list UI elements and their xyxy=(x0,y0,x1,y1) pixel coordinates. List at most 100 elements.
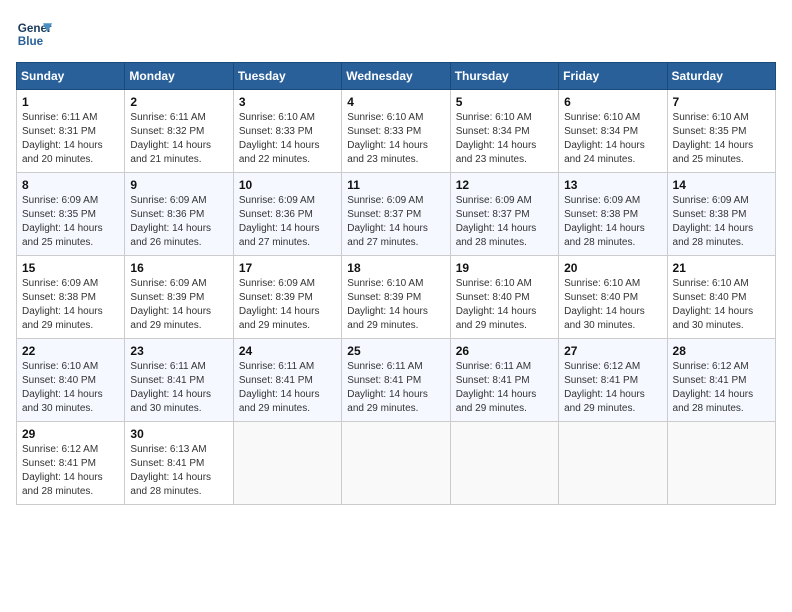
weekday-header-thursday: Thursday xyxy=(450,63,558,90)
page-header: General Blue xyxy=(16,16,776,52)
calendar-cell: 11 Sunrise: 6:09 AM Sunset: 8:37 PM Dayl… xyxy=(342,173,450,256)
day-number: 22 xyxy=(22,344,119,358)
calendar-cell: 30 Sunrise: 6:13 AM Sunset: 8:41 PM Dayl… xyxy=(125,422,233,505)
day-number: 18 xyxy=(347,261,444,275)
day-number: 24 xyxy=(239,344,336,358)
calendar-cell: 7 Sunrise: 6:10 AM Sunset: 8:35 PM Dayli… xyxy=(667,90,775,173)
weekday-header-monday: Monday xyxy=(125,63,233,90)
day-number: 12 xyxy=(456,178,553,192)
calendar-cell: 17 Sunrise: 6:09 AM Sunset: 8:39 PM Dayl… xyxy=(233,256,341,339)
weekday-header-row: SundayMondayTuesdayWednesdayThursdayFrid… xyxy=(17,63,776,90)
day-number: 3 xyxy=(239,95,336,109)
calendar-cell: 25 Sunrise: 6:11 AM Sunset: 8:41 PM Dayl… xyxy=(342,339,450,422)
day-number: 5 xyxy=(456,95,553,109)
day-info: Sunrise: 6:11 AM Sunset: 8:41 PM Dayligh… xyxy=(347,360,444,416)
calendar-cell: 20 Sunrise: 6:10 AM Sunset: 8:40 PM Dayl… xyxy=(559,256,667,339)
weekday-header-friday: Friday xyxy=(559,63,667,90)
day-info: Sunrise: 6:09 AM Sunset: 8:39 PM Dayligh… xyxy=(130,277,227,333)
weekday-header-tuesday: Tuesday xyxy=(233,63,341,90)
day-number: 6 xyxy=(564,95,661,109)
day-number: 16 xyxy=(130,261,227,275)
day-number: 19 xyxy=(456,261,553,275)
calendar-cell: 19 Sunrise: 6:10 AM Sunset: 8:40 PM Dayl… xyxy=(450,256,558,339)
weekday-header-saturday: Saturday xyxy=(667,63,775,90)
calendar-week-row: 22 Sunrise: 6:10 AM Sunset: 8:40 PM Dayl… xyxy=(17,339,776,422)
day-number: 14 xyxy=(673,178,770,192)
calendar-cell xyxy=(667,422,775,505)
day-number: 2 xyxy=(130,95,227,109)
day-info: Sunrise: 6:11 AM Sunset: 8:41 PM Dayligh… xyxy=(130,360,227,416)
day-number: 7 xyxy=(673,95,770,109)
calendar-cell: 2 Sunrise: 6:11 AM Sunset: 8:32 PM Dayli… xyxy=(125,90,233,173)
day-info: Sunrise: 6:11 AM Sunset: 8:32 PM Dayligh… xyxy=(130,111,227,167)
day-info: Sunrise: 6:10 AM Sunset: 8:34 PM Dayligh… xyxy=(456,111,553,167)
day-info: Sunrise: 6:09 AM Sunset: 8:37 PM Dayligh… xyxy=(347,194,444,250)
calendar-cell: 4 Sunrise: 6:10 AM Sunset: 8:33 PM Dayli… xyxy=(342,90,450,173)
day-info: Sunrise: 6:10 AM Sunset: 8:40 PM Dayligh… xyxy=(22,360,119,416)
day-info: Sunrise: 6:09 AM Sunset: 8:35 PM Dayligh… xyxy=(22,194,119,250)
calendar-cell: 1 Sunrise: 6:11 AM Sunset: 8:31 PM Dayli… xyxy=(17,90,125,173)
day-number: 10 xyxy=(239,178,336,192)
calendar-cell: 27 Sunrise: 6:12 AM Sunset: 8:41 PM Dayl… xyxy=(559,339,667,422)
calendar-week-row: 29 Sunrise: 6:12 AM Sunset: 8:41 PM Dayl… xyxy=(17,422,776,505)
day-number: 23 xyxy=(130,344,227,358)
calendar-cell: 5 Sunrise: 6:10 AM Sunset: 8:34 PM Dayli… xyxy=(450,90,558,173)
day-info: Sunrise: 6:09 AM Sunset: 8:36 PM Dayligh… xyxy=(130,194,227,250)
calendar-cell xyxy=(342,422,450,505)
day-info: Sunrise: 6:12 AM Sunset: 8:41 PM Dayligh… xyxy=(22,443,119,499)
day-number: 26 xyxy=(456,344,553,358)
day-info: Sunrise: 6:10 AM Sunset: 8:40 PM Dayligh… xyxy=(456,277,553,333)
calendar-cell: 14 Sunrise: 6:09 AM Sunset: 8:38 PM Dayl… xyxy=(667,173,775,256)
day-info: Sunrise: 6:12 AM Sunset: 8:41 PM Dayligh… xyxy=(564,360,661,416)
calendar-week-row: 8 Sunrise: 6:09 AM Sunset: 8:35 PM Dayli… xyxy=(17,173,776,256)
calendar-week-row: 15 Sunrise: 6:09 AM Sunset: 8:38 PM Dayl… xyxy=(17,256,776,339)
calendar-cell: 23 Sunrise: 6:11 AM Sunset: 8:41 PM Dayl… xyxy=(125,339,233,422)
day-info: Sunrise: 6:10 AM Sunset: 8:34 PM Dayligh… xyxy=(564,111,661,167)
day-info: Sunrise: 6:09 AM Sunset: 8:37 PM Dayligh… xyxy=(456,194,553,250)
day-number: 8 xyxy=(22,178,119,192)
calendar-cell xyxy=(450,422,558,505)
calendar-cell: 15 Sunrise: 6:09 AM Sunset: 8:38 PM Dayl… xyxy=(17,256,125,339)
day-number: 20 xyxy=(564,261,661,275)
day-info: Sunrise: 6:11 AM Sunset: 8:31 PM Dayligh… xyxy=(22,111,119,167)
day-number: 15 xyxy=(22,261,119,275)
calendar-cell: 21 Sunrise: 6:10 AM Sunset: 8:40 PM Dayl… xyxy=(667,256,775,339)
calendar-week-row: 1 Sunrise: 6:11 AM Sunset: 8:31 PM Dayli… xyxy=(17,90,776,173)
calendar-cell: 18 Sunrise: 6:10 AM Sunset: 8:39 PM Dayl… xyxy=(342,256,450,339)
day-info: Sunrise: 6:10 AM Sunset: 8:39 PM Dayligh… xyxy=(347,277,444,333)
calendar-cell: 8 Sunrise: 6:09 AM Sunset: 8:35 PM Dayli… xyxy=(17,173,125,256)
day-info: Sunrise: 6:10 AM Sunset: 8:33 PM Dayligh… xyxy=(239,111,336,167)
day-number: 11 xyxy=(347,178,444,192)
calendar-cell: 10 Sunrise: 6:09 AM Sunset: 8:36 PM Dayl… xyxy=(233,173,341,256)
logo-icon: General Blue xyxy=(16,16,52,52)
day-number: 28 xyxy=(673,344,770,358)
day-number: 13 xyxy=(564,178,661,192)
day-number: 1 xyxy=(22,95,119,109)
calendar-table: SundayMondayTuesdayWednesdayThursdayFrid… xyxy=(16,62,776,505)
day-number: 25 xyxy=(347,344,444,358)
weekday-header-wednesday: Wednesday xyxy=(342,63,450,90)
calendar-cell: 29 Sunrise: 6:12 AM Sunset: 8:41 PM Dayl… xyxy=(17,422,125,505)
day-info: Sunrise: 6:09 AM Sunset: 8:38 PM Dayligh… xyxy=(22,277,119,333)
calendar-cell xyxy=(233,422,341,505)
calendar-cell: 28 Sunrise: 6:12 AM Sunset: 8:41 PM Dayl… xyxy=(667,339,775,422)
day-info: Sunrise: 6:13 AM Sunset: 8:41 PM Dayligh… xyxy=(130,443,227,499)
day-info: Sunrise: 6:10 AM Sunset: 8:40 PM Dayligh… xyxy=(564,277,661,333)
logo: General Blue xyxy=(16,16,52,52)
day-info: Sunrise: 6:09 AM Sunset: 8:38 PM Dayligh… xyxy=(564,194,661,250)
calendar-cell: 3 Sunrise: 6:10 AM Sunset: 8:33 PM Dayli… xyxy=(233,90,341,173)
day-info: Sunrise: 6:09 AM Sunset: 8:39 PM Dayligh… xyxy=(239,277,336,333)
calendar-cell: 6 Sunrise: 6:10 AM Sunset: 8:34 PM Dayli… xyxy=(559,90,667,173)
day-info: Sunrise: 6:10 AM Sunset: 8:33 PM Dayligh… xyxy=(347,111,444,167)
day-number: 4 xyxy=(347,95,444,109)
calendar-body: 1 Sunrise: 6:11 AM Sunset: 8:31 PM Dayli… xyxy=(17,90,776,505)
day-number: 29 xyxy=(22,427,119,441)
calendar-cell: 13 Sunrise: 6:09 AM Sunset: 8:38 PM Dayl… xyxy=(559,173,667,256)
day-number: 27 xyxy=(564,344,661,358)
day-info: Sunrise: 6:10 AM Sunset: 8:40 PM Dayligh… xyxy=(673,277,770,333)
weekday-header-sunday: Sunday xyxy=(17,63,125,90)
day-info: Sunrise: 6:11 AM Sunset: 8:41 PM Dayligh… xyxy=(239,360,336,416)
calendar-cell: 12 Sunrise: 6:09 AM Sunset: 8:37 PM Dayl… xyxy=(450,173,558,256)
calendar-cell: 22 Sunrise: 6:10 AM Sunset: 8:40 PM Dayl… xyxy=(17,339,125,422)
day-number: 9 xyxy=(130,178,227,192)
